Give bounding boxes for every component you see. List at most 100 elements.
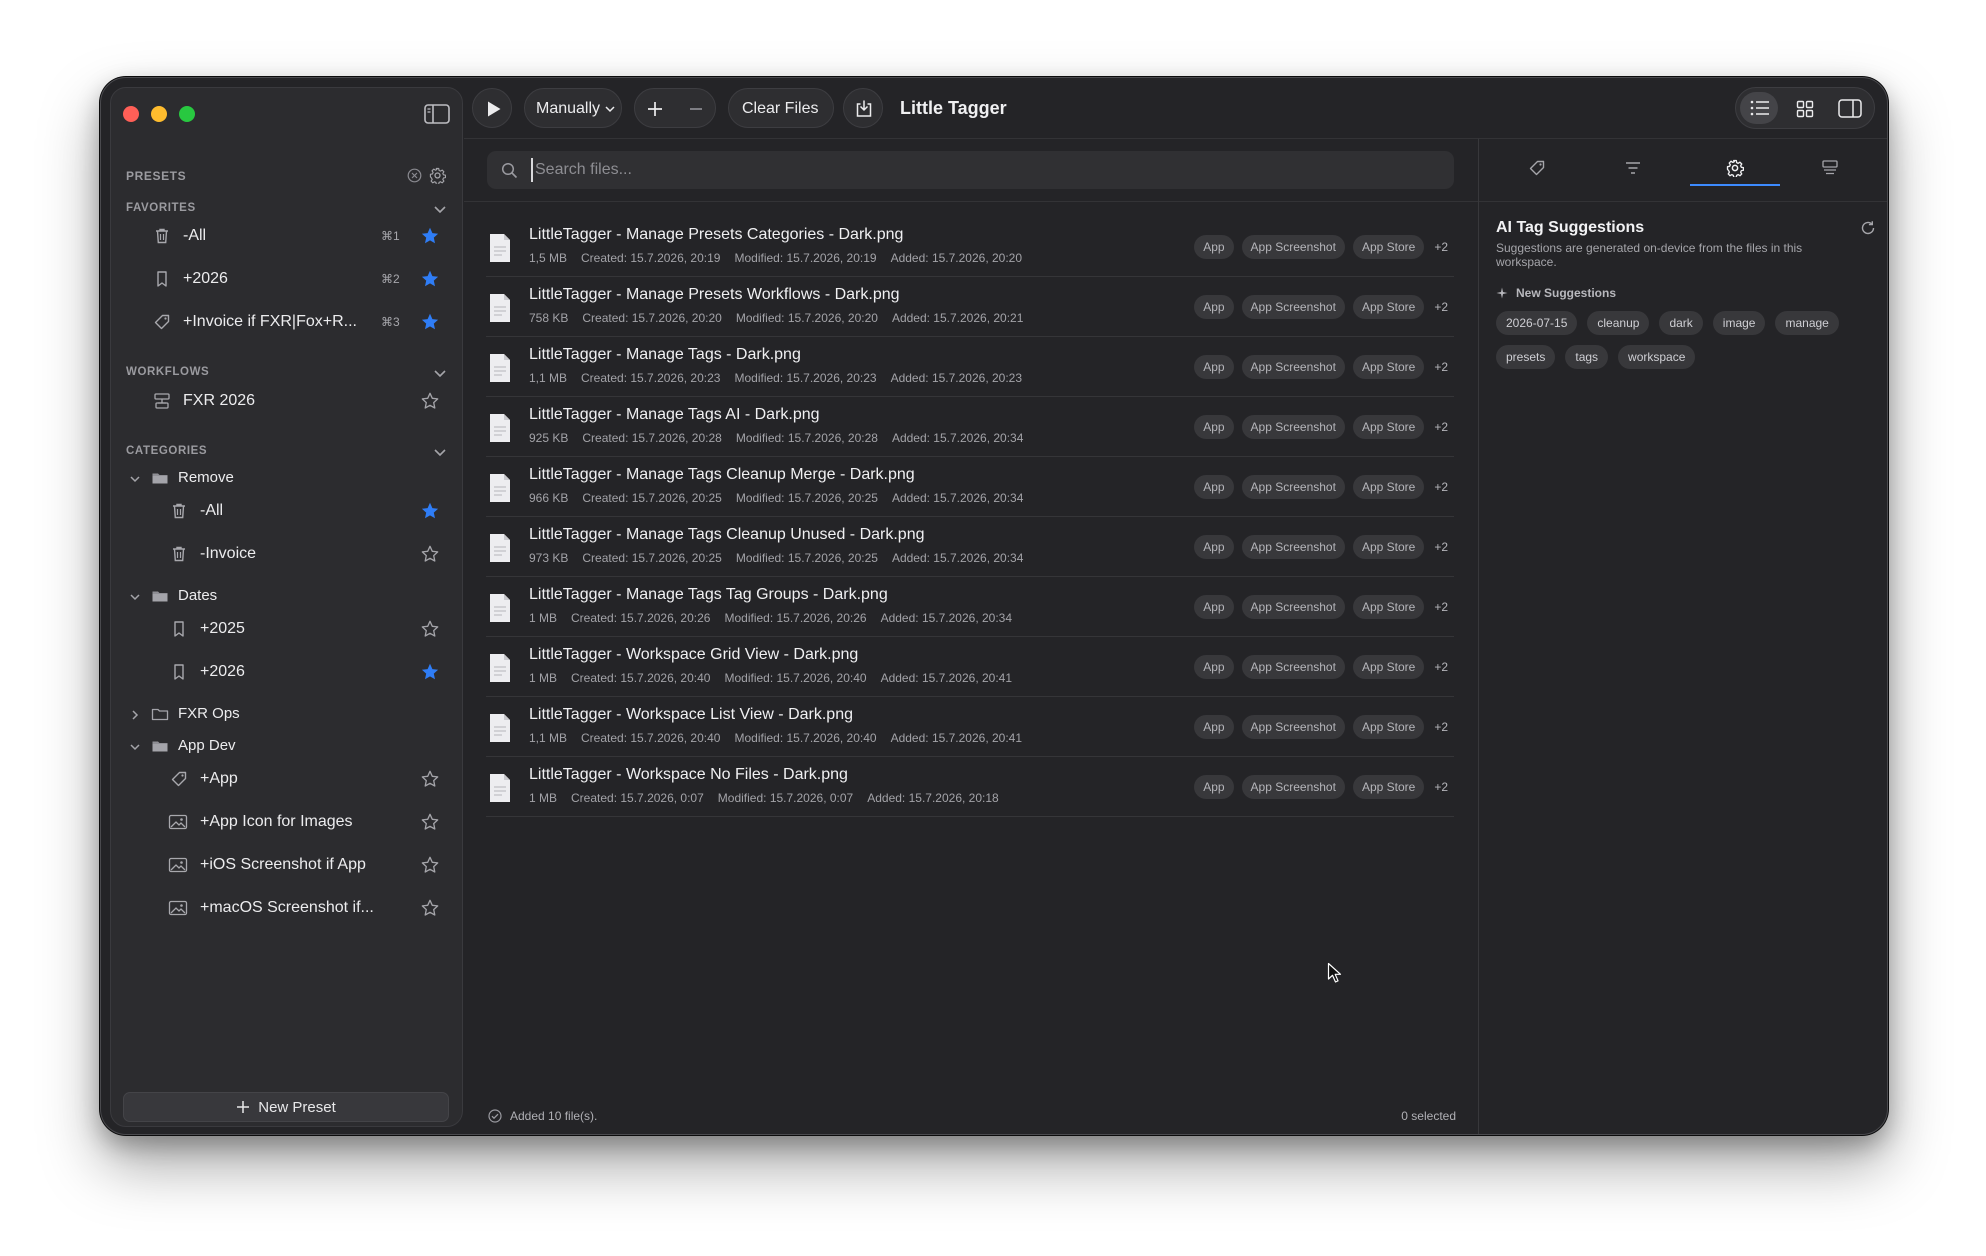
tag-pill[interactable]: App Screenshot bbox=[1241, 595, 1345, 619]
preset-item-app-icon[interactable]: +App Icon for Images bbox=[111, 804, 462, 840]
tag-pill[interactable]: App bbox=[1194, 775, 1234, 799]
tag-pill[interactable]: App Store bbox=[1352, 535, 1425, 559]
inspector-toggle-icon[interactable] bbox=[1838, 99, 1862, 118]
suggestion-chip[interactable]: 2026-07-15 bbox=[1496, 311, 1578, 335]
more-tags-count[interactable]: +2 bbox=[1434, 540, 1448, 554]
more-tags-count[interactable]: +2 bbox=[1434, 420, 1448, 434]
clear-circle-icon[interactable] bbox=[407, 168, 422, 183]
preset-item-2026[interactable]: +2026 bbox=[111, 654, 462, 690]
tag-pill[interactable]: App Screenshot bbox=[1241, 235, 1345, 259]
more-tags-count[interactable]: +2 bbox=[1434, 660, 1448, 674]
preset-item-2025[interactable]: +2025 bbox=[111, 611, 462, 647]
zoom-window-button[interactable] bbox=[179, 106, 195, 122]
more-tags-count[interactable]: +2 bbox=[1434, 600, 1448, 614]
star-outline-icon[interactable] bbox=[420, 812, 440, 832]
star-outline-icon[interactable] bbox=[420, 855, 440, 875]
minimize-window-button[interactable] bbox=[151, 106, 167, 122]
list-view-icon[interactable] bbox=[1750, 100, 1770, 116]
preset-item-macos-screenshot[interactable]: +macOS Screenshot if... bbox=[111, 890, 462, 926]
star-filled-icon[interactable] bbox=[420, 501, 440, 521]
more-tags-count[interactable]: +2 bbox=[1434, 360, 1448, 374]
tag-pill[interactable]: App Screenshot bbox=[1241, 715, 1345, 739]
star-filled-icon[interactable] bbox=[420, 662, 440, 682]
file-row[interactable]: LittleTagger - Workspace List View - Dar… bbox=[486, 697, 1454, 757]
suggestion-chip[interactable]: image bbox=[1712, 311, 1766, 335]
category-folder-dates[interactable]: Dates bbox=[111, 580, 462, 612]
more-tags-count[interactable]: +2 bbox=[1434, 780, 1448, 794]
more-tags-count[interactable]: +2 bbox=[1434, 240, 1448, 254]
tag-pill[interactable]: App bbox=[1194, 295, 1234, 319]
favorite-item-invoice[interactable]: +Invoice if FXR|Fox+R... ⌘3 bbox=[111, 304, 462, 340]
category-folder-app-dev[interactable]: App Dev bbox=[111, 730, 462, 762]
remove-button[interactable] bbox=[687, 100, 705, 118]
clear-files-button[interactable]: Clear Files bbox=[728, 88, 834, 128]
star-filled-icon[interactable] bbox=[420, 226, 440, 246]
tab-ai-suggestions[interactable] bbox=[1690, 151, 1780, 187]
tab-filters[interactable] bbox=[1588, 151, 1678, 187]
chevron-down-icon[interactable] bbox=[433, 205, 447, 215]
star-outline-icon[interactable] bbox=[420, 769, 440, 789]
disclosure-open-icon[interactable] bbox=[129, 591, 141, 603]
file-row[interactable]: LittleTagger - Manage Presets Categories… bbox=[486, 217, 1454, 277]
tab-groups[interactable] bbox=[1785, 151, 1875, 187]
favorite-item-2026[interactable]: +2026 ⌘2 bbox=[111, 261, 462, 297]
chevron-down-icon[interactable] bbox=[433, 448, 447, 458]
tag-pill[interactable]: App Screenshot bbox=[1241, 655, 1345, 679]
tag-pill[interactable]: App Screenshot bbox=[1241, 415, 1345, 439]
file-row[interactable]: LittleTagger - Manage Presets Workflows … bbox=[486, 277, 1454, 337]
file-row[interactable]: LittleTagger - Manage Tags - Dark.png 1,1… bbox=[486, 337, 1454, 397]
grid-view-icon[interactable] bbox=[1796, 100, 1814, 118]
tag-pill[interactable]: App bbox=[1194, 235, 1234, 259]
tag-pill[interactable]: App Screenshot bbox=[1241, 775, 1345, 799]
disclosure-open-icon[interactable] bbox=[129, 741, 141, 753]
favorite-item-all[interactable]: -All ⌘1 bbox=[111, 218, 462, 254]
tag-pill[interactable]: App Screenshot bbox=[1241, 355, 1345, 379]
tag-pill[interactable]: App Store bbox=[1352, 415, 1425, 439]
search-input[interactable] bbox=[531, 158, 1131, 182]
file-row[interactable]: LittleTagger - Manage Tags Cleanup Merge… bbox=[486, 457, 1454, 517]
tag-pill[interactable]: App bbox=[1194, 535, 1234, 559]
import-button[interactable] bbox=[843, 88, 883, 128]
star-filled-icon[interactable] bbox=[420, 312, 440, 332]
tag-pill[interactable]: App bbox=[1194, 595, 1234, 619]
tag-pill[interactable]: App bbox=[1194, 415, 1234, 439]
suggestion-chip[interactable]: cleanup bbox=[1587, 311, 1650, 335]
disclosure-open-icon[interactable] bbox=[129, 473, 141, 485]
tag-pill[interactable]: App Store bbox=[1352, 655, 1425, 679]
suggestion-chip[interactable]: workspace bbox=[1618, 345, 1696, 369]
mode-dropdown[interactable]: Manually bbox=[524, 88, 622, 128]
tag-pill[interactable]: App Screenshot bbox=[1241, 295, 1345, 319]
suggestion-chip[interactable]: manage bbox=[1775, 311, 1839, 335]
file-row[interactable]: LittleTagger - Manage Tags AI - Dark.png… bbox=[486, 397, 1454, 457]
category-folder-remove[interactable]: Remove bbox=[111, 462, 462, 494]
tag-pill[interactable]: App Store bbox=[1352, 715, 1425, 739]
tag-pill[interactable]: App Screenshot bbox=[1241, 475, 1345, 499]
suggestion-chip[interactable]: presets bbox=[1496, 345, 1556, 369]
tag-pill[interactable]: App Store bbox=[1352, 295, 1425, 319]
tag-pill[interactable]: App Screenshot bbox=[1241, 535, 1345, 559]
tab-tags[interactable] bbox=[1492, 151, 1582, 187]
sidebar-toggle-icon[interactable] bbox=[424, 104, 450, 124]
refresh-icon[interactable] bbox=[1859, 219, 1877, 237]
chevron-down-icon[interactable] bbox=[433, 369, 447, 379]
star-filled-icon[interactable] bbox=[420, 269, 440, 289]
suggestion-chip[interactable]: tags bbox=[1565, 345, 1609, 369]
tag-pill[interactable]: App bbox=[1194, 655, 1234, 679]
tag-pill[interactable]: App Store bbox=[1352, 235, 1425, 259]
tag-pill[interactable]: App bbox=[1194, 475, 1234, 499]
category-folder-fxr-ops[interactable]: FXR Ops bbox=[111, 698, 462, 730]
star-outline-icon[interactable] bbox=[420, 898, 440, 918]
new-preset-button[interactable]: New Preset bbox=[123, 1092, 449, 1122]
disclosure-closed-icon[interactable] bbox=[129, 709, 141, 721]
tag-pill[interactable]: App Store bbox=[1352, 775, 1425, 799]
tag-pill[interactable]: App Store bbox=[1352, 355, 1425, 379]
file-row[interactable]: LittleTagger - Manage Tags Tag Groups - … bbox=[486, 577, 1454, 637]
file-row[interactable]: LittleTagger - Manage Tags Cleanup Unuse… bbox=[486, 517, 1454, 577]
preset-item-remove-invoice[interactable]: -Invoice bbox=[111, 536, 462, 572]
file-row[interactable]: LittleTagger - Workspace No Files - Dark… bbox=[486, 757, 1454, 817]
star-outline-icon[interactable] bbox=[420, 391, 440, 411]
preset-item-ios-screenshot[interactable]: +iOS Screenshot if App bbox=[111, 847, 462, 883]
star-outline-icon[interactable] bbox=[420, 619, 440, 639]
star-outline-icon[interactable] bbox=[420, 544, 440, 564]
workflow-item-fxr-2026[interactable]: FXR 2026 bbox=[111, 383, 462, 419]
